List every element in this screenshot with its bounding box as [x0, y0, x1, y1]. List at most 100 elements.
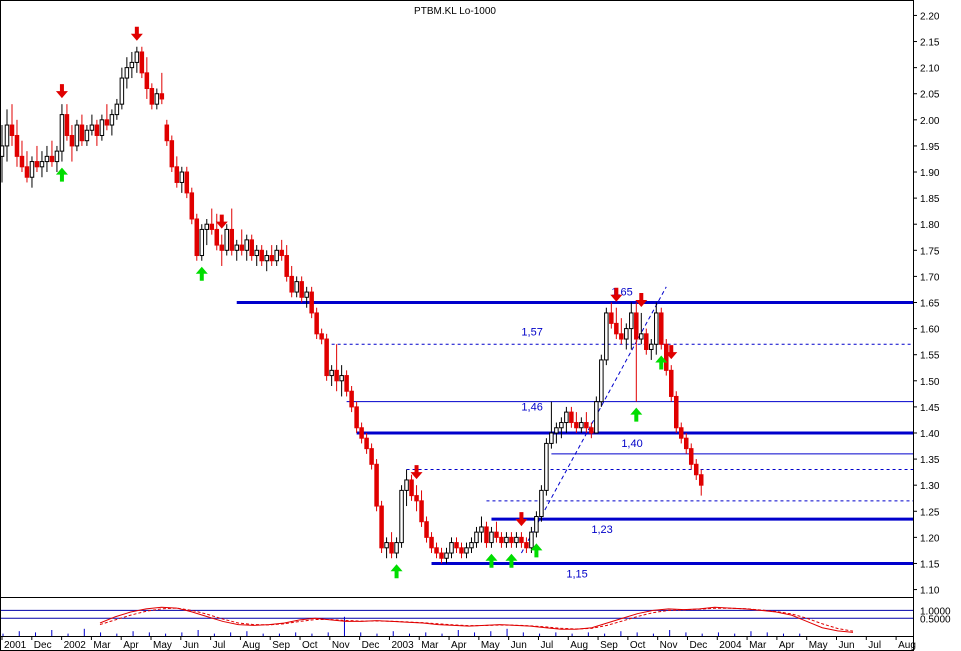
candle-body [49, 155, 55, 163]
level-label: 1,40 [621, 438, 642, 450]
y-tick-label: 1.45 [920, 403, 940, 414]
candle-body [449, 542, 454, 554]
candle-body [114, 103, 120, 116]
candle-body [229, 228, 235, 251]
y-tick-label: 1.20 [920, 533, 940, 544]
candle-body [219, 244, 225, 251]
candle-body [574, 422, 579, 429]
candle-body [139, 51, 145, 74]
x-tick-label: Dec [362, 640, 380, 651]
candle-body [199, 228, 205, 257]
candle-body [414, 495, 419, 502]
candle-body [294, 281, 299, 293]
buy-arrow-icon [630, 407, 643, 422]
candle-body [14, 134, 20, 157]
buy-arrow-icon [390, 564, 403, 579]
sell-arrow-icon [635, 292, 648, 307]
candle-body [584, 422, 589, 429]
candle-body [429, 536, 434, 549]
y-tick-label: 1.35 [920, 455, 940, 466]
candle-body [674, 395, 679, 429]
candle-body [379, 505, 384, 549]
candle-body [399, 489, 404, 544]
osc-series-line [99, 607, 854, 632]
candle-body [129, 61, 135, 69]
x-tick-label: May [481, 640, 500, 651]
y-tick-label: 1.85 [920, 194, 940, 205]
candle-body [249, 239, 254, 257]
x-tick-label: Apr [779, 640, 795, 651]
candle-body [44, 155, 50, 163]
candle-body [324, 338, 329, 377]
level-label: 1,46 [521, 402, 542, 414]
buy-arrow-icon [485, 553, 498, 568]
candle-body [394, 542, 399, 554]
candle-body [534, 515, 539, 533]
candle-body [274, 249, 279, 262]
level-label: 1,23 [591, 524, 612, 536]
buy-arrow-icon [505, 553, 518, 568]
candle-body [589, 427, 594, 434]
candle-body [444, 552, 449, 559]
x-tick-label: Oct [302, 640, 318, 651]
buy-arrow-icon [195, 266, 208, 281]
sell-arrow-icon [130, 26, 143, 41]
candle-body [244, 239, 249, 251]
candle-body [119, 77, 125, 105]
x-tick-label: Dec [689, 640, 707, 651]
y-tick-label: 2.00 [920, 116, 940, 127]
candle-body [84, 129, 90, 142]
sell-arrow-icon [215, 214, 228, 229]
candle-body [519, 536, 524, 544]
x-tick-label: Jun [838, 640, 854, 651]
candle-body [539, 489, 544, 517]
x-tick-label: 2001 [4, 640, 27, 651]
candle-body [369, 448, 374, 465]
candle-body [159, 93, 165, 100]
candle-body [659, 312, 664, 345]
candle-body [234, 244, 239, 251]
candle-body [364, 437, 369, 450]
candle-body [309, 291, 314, 314]
candle-body [614, 322, 619, 335]
x-tick-label: Jul [868, 640, 881, 651]
x-tick-label: Oct [630, 640, 646, 651]
x-tick-label: Mar [749, 640, 767, 651]
candle-body [174, 166, 180, 183]
y-tick-label: 1.25 [920, 507, 940, 518]
candle-body [484, 526, 489, 544]
x-tick-label: Aug [570, 640, 588, 651]
x-tick-label: Mar [93, 640, 111, 651]
candle-body [79, 124, 85, 142]
level-label: 1,15 [566, 568, 587, 580]
candle-body [94, 124, 100, 136]
osc-tick-label: 0.5000 [920, 614, 951, 625]
candle-body [678, 427, 684, 439]
candle-body [124, 67, 130, 79]
candle-body [259, 249, 264, 262]
candle-body [549, 432, 554, 444]
candle-body [189, 192, 195, 220]
candle-body [314, 312, 319, 335]
y-tick-label: 1.55 [920, 351, 940, 362]
candle-body [224, 228, 230, 251]
x-tick-label: Aug [898, 640, 916, 651]
sell-arrow-icon [410, 465, 423, 480]
candle-body [669, 369, 674, 397]
candle-body [514, 536, 519, 544]
candle-body [89, 124, 95, 131]
candle-body [349, 390, 354, 408]
candle-body [284, 255, 289, 277]
candle-body [344, 375, 349, 392]
candle-body [269, 255, 274, 262]
y-tick-label: 1.65 [920, 299, 940, 310]
candle-body [29, 161, 35, 178]
candle-body [334, 369, 339, 382]
candle-body [64, 114, 70, 136]
candle-body [564, 411, 569, 424]
candle-body [9, 124, 15, 136]
candle-body [59, 114, 65, 152]
candle-body [209, 223, 215, 230]
x-tick-label: Nov [660, 640, 678, 651]
candle-body [459, 547, 464, 554]
